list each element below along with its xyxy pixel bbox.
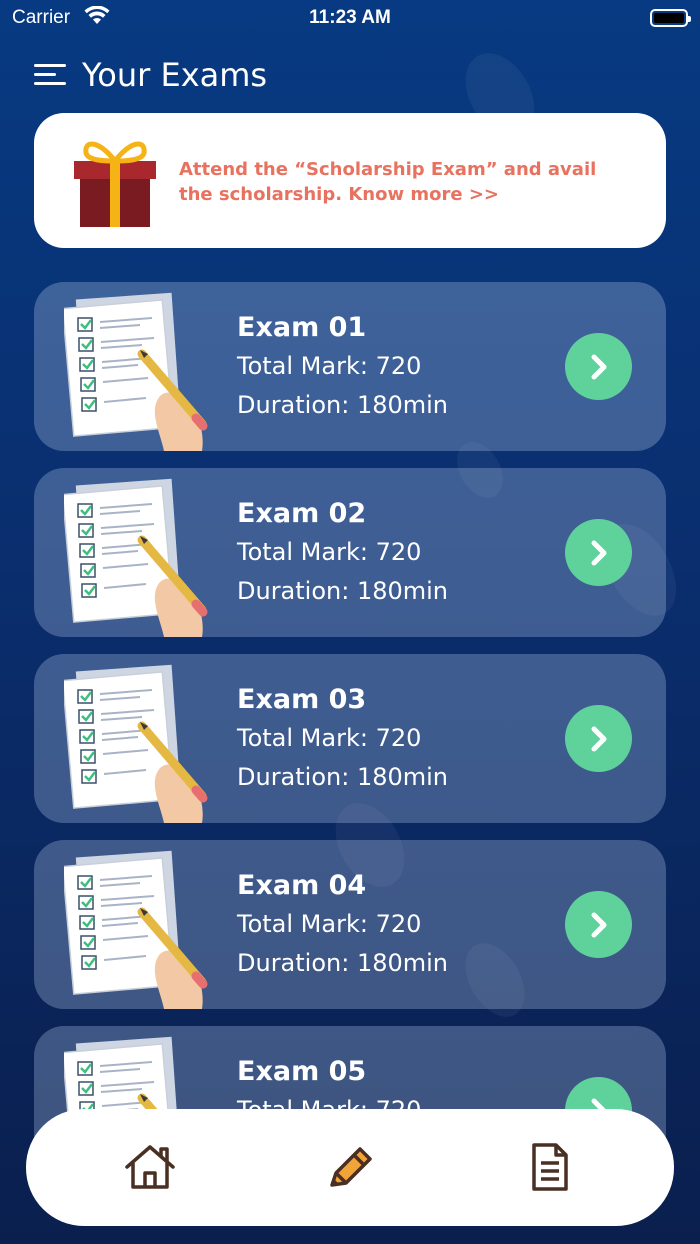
exam-checklist-illustration	[64, 850, 208, 1009]
document-icon	[532, 1143, 568, 1191]
exam-title: Exam 01	[237, 312, 367, 343]
exam-card[interactable]: Exam 01 Total Mark: 720 Duration: 180min	[34, 282, 666, 451]
pencil-icon	[330, 1147, 372, 1187]
exam-title: Exam 05	[237, 1056, 367, 1087]
chevron-right-icon	[591, 354, 606, 379]
exam-total-mark: Total Mark: 720	[237, 724, 422, 752]
nav-exams[interactable]	[322, 1139, 378, 1195]
exam-title: Exam 04	[237, 870, 367, 901]
exam-duration: Duration: 180min	[237, 391, 449, 419]
promo-text[interactable]: Attend the “Scholarship Exam” and avail …	[179, 157, 629, 207]
app-header: Your Exams	[34, 52, 267, 98]
exam-total-mark: Total Mark: 720	[237, 538, 422, 566]
exam-duration: Duration: 180min	[237, 577, 449, 605]
exam-list: Exam 01 Total Mark: 720 Duration: 180min	[34, 282, 666, 1212]
exam-checklist-illustration	[64, 664, 208, 823]
chevron-right-icon	[591, 726, 606, 751]
nav-home[interactable]	[122, 1139, 178, 1195]
status-bar: Carrier 11:23 AM	[0, 0, 700, 36]
chevron-right-icon	[591, 912, 606, 937]
exam-title: Exam 02	[237, 498, 367, 529]
exam-duration: Duration: 180min	[237, 763, 449, 791]
bottom-navigation	[26, 1109, 674, 1226]
exam-card[interactable]: Exam 02 Total Mark: 720 Duration: 180min	[34, 468, 666, 637]
exam-total-mark: Total Mark: 720	[237, 910, 422, 938]
exam-total-mark: Total Mark: 720	[237, 352, 422, 380]
exam-card[interactable]: Exam 04 Total Mark: 720 Duration: 180min	[34, 840, 666, 1009]
open-exam-button[interactable]	[565, 891, 632, 958]
hamburger-menu-icon[interactable]	[34, 62, 66, 88]
open-exam-button[interactable]	[565, 705, 632, 772]
scholarship-banner[interactable]: Attend the “Scholarship Exam” and avail …	[34, 113, 666, 248]
exam-card[interactable]: Exam 03 Total Mark: 720 Duration: 180min	[34, 654, 666, 823]
exam-duration: Duration: 180min	[237, 949, 449, 977]
chevron-right-icon	[591, 540, 606, 565]
open-exam-button[interactable]	[565, 333, 632, 400]
exam-checklist-illustration	[64, 292, 208, 451]
open-exam-button[interactable]	[565, 519, 632, 586]
gift-icon	[74, 141, 156, 227]
clock: 11:23 AM	[309, 7, 391, 28]
battery-icon	[650, 9, 691, 27]
page-title: Your Exams	[82, 56, 268, 94]
home-icon	[125, 1145, 175, 1189]
nav-documents[interactable]	[522, 1139, 578, 1195]
exam-title: Exam 03	[237, 684, 367, 715]
exam-checklist-illustration	[64, 478, 208, 637]
